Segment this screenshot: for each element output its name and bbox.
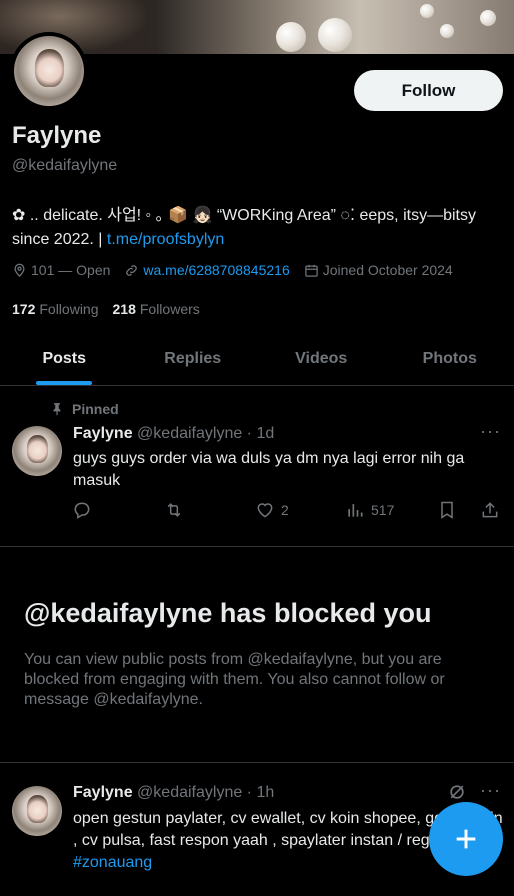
link-icon	[126, 264, 138, 276]
pinned-label: Pinned	[72, 401, 119, 417]
post-text: guys guys order via wa duls ya dm nya la…	[73, 450, 465, 489]
location-text: 101 — Open	[31, 262, 111, 278]
repost-button[interactable]	[164, 500, 184, 520]
pinned-indicator: Pinned	[50, 401, 119, 417]
heart-icon	[257, 503, 273, 518]
more-options-icon[interactable]: ···	[480, 421, 501, 442]
bookmark-icon	[441, 501, 453, 519]
like-button[interactable]: 2	[255, 500, 289, 520]
post-handle-time: @kedaifaylyne · 1h	[137, 784, 275, 801]
blocked-message: You can view public posts from @kedaifay…	[24, 651, 445, 708]
pearl-decoration	[318, 18, 352, 52]
followers-count[interactable]: 218 Followers	[113, 301, 200, 317]
following-count[interactable]: 172 Following	[12, 301, 99, 317]
share-icon	[482, 502, 498, 518]
post-handle-time: @kedaifaylyne · 1d	[137, 425, 275, 442]
bio-link[interactable]: t.me/proofsbylyn	[107, 231, 224, 248]
post-author-name[interactable]: Faylyne	[73, 784, 133, 801]
tab-videos[interactable]: Videos	[257, 332, 386, 385]
tab-photos[interactable]: Photos	[386, 332, 514, 385]
joined-item: Joined October 2024	[304, 262, 453, 278]
like-count: 2	[281, 502, 289, 518]
website-link[interactable]: wa.me/6288708845216	[143, 262, 289, 278]
reply-button[interactable]	[72, 500, 92, 520]
post-author-name[interactable]: Faylyne	[73, 425, 133, 442]
bottom-edge	[0, 880, 514, 896]
post-avatar[interactable]	[12, 426, 62, 476]
post-avatar[interactable]	[12, 786, 62, 836]
hashtag-link[interactable]: #zonauang	[73, 854, 152, 871]
post-divider	[0, 762, 514, 763]
website-item[interactable]: wa.me/6288708845216	[124, 262, 290, 278]
reply-icon	[74, 502, 90, 519]
post-actions: 2 517	[72, 500, 504, 522]
calendar-icon	[304, 264, 318, 277]
bio-text: ✿ .. delicate. 사업! ◦ ｡ 📦 👧🏻 “WORKing Are…	[12, 207, 476, 248]
location-icon	[14, 263, 25, 277]
follow-button[interactable]: Follow	[354, 70, 503, 111]
views-icon	[348, 504, 363, 517]
profile-avatar[interactable]	[10, 32, 88, 110]
compose-button[interactable]	[429, 802, 503, 876]
pearl-decoration	[480, 10, 496, 26]
post-divider	[0, 546, 514, 547]
plus-icon	[456, 829, 476, 849]
views-button[interactable]: 517	[345, 500, 394, 520]
pin-icon	[53, 403, 61, 416]
grok-icon[interactable]	[447, 782, 467, 802]
post-header: Faylyne @kedaifaylyne · 1h	[73, 784, 274, 802]
pearl-decoration	[276, 22, 306, 52]
profile-tabs: Posts Replies Videos Photos	[0, 332, 514, 386]
profile-meta: 101 — Open wa.me/6288708845216 Joined Oc…	[12, 262, 467, 278]
views-count: 517	[371, 502, 395, 518]
profile-bio: ✿ .. delicate. 사업! ◦ ｡ 📦 👧🏻 “WORKing Are…	[12, 204, 502, 252]
bookmark-button[interactable]	[437, 500, 457, 520]
repost-icon	[167, 503, 181, 517]
location-item: 101 — Open	[12, 262, 110, 278]
more-options-icon[interactable]: ···	[480, 780, 501, 801]
follow-counts: 172 Following 218 Followers	[12, 301, 214, 317]
pearl-decoration	[420, 4, 434, 18]
profile-handle: @kedaifaylyne	[12, 157, 118, 174]
tab-posts[interactable]: Posts	[0, 332, 129, 385]
share-button[interactable]	[480, 500, 500, 520]
joined-text: Joined October 2024	[322, 262, 453, 278]
blocked-title: @kedaifaylyne has blocked you	[24, 598, 432, 628]
post-header: Faylyne @kedaifaylyne · 1d	[73, 425, 274, 443]
pearl-decoration	[440, 24, 454, 38]
tab-replies[interactable]: Replies	[129, 332, 258, 385]
profile-name: Faylyne	[12, 122, 102, 149]
